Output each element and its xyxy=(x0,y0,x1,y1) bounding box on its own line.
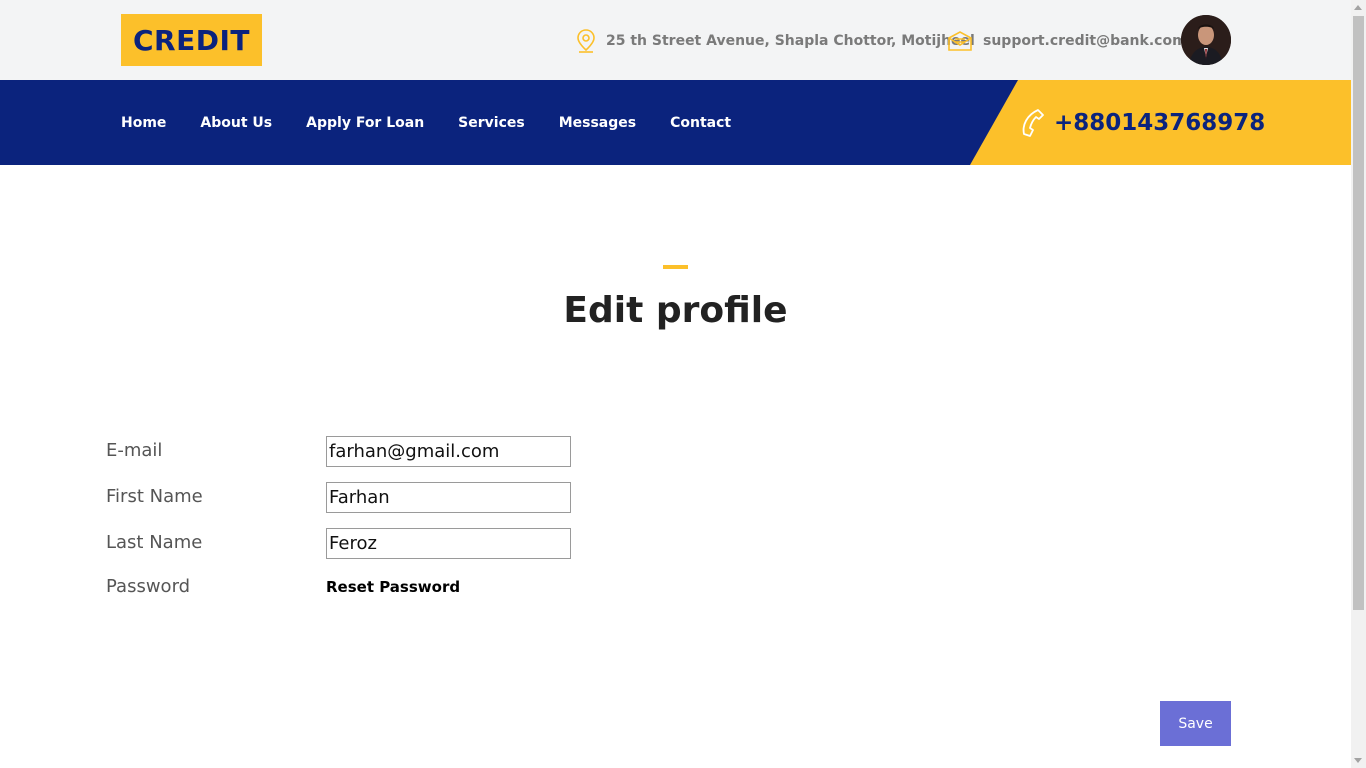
first-name-field[interactable] xyxy=(326,482,571,513)
scroll-down-arrow-icon[interactable] xyxy=(1354,758,1362,763)
envelope-icon xyxy=(948,31,972,51)
email-info: support.credit@bank.com xyxy=(947,28,1187,54)
email-text: support.credit@bank.com xyxy=(983,33,1187,49)
phone-icon xyxy=(1022,108,1044,137)
top-bar: CREDIT 25 th Street Avenue, Shapla Chott… xyxy=(0,0,1351,80)
first-name-label: First Name xyxy=(106,486,203,507)
vertical-scrollbar[interactable] xyxy=(1351,0,1366,768)
avatar[interactable] xyxy=(1181,15,1231,65)
title-accent-bar xyxy=(663,265,688,269)
nav-item-apply-for-loan[interactable]: Apply For Loan xyxy=(306,115,424,131)
scrollbar-thumb[interactable] xyxy=(1353,16,1364,610)
nav-item-contact[interactable]: Contact xyxy=(670,115,731,131)
password-label: Password xyxy=(106,576,191,597)
nav-item-home[interactable]: Home xyxy=(121,115,166,131)
reset-password-link[interactable]: Reset Password xyxy=(326,578,460,596)
nav-item-services[interactable]: Services xyxy=(458,115,525,131)
map-pin-icon xyxy=(577,29,595,53)
main-nav: Home About Us Apply For Loan Services Me… xyxy=(0,80,1351,165)
page: CREDIT 25 th Street Avenue, Shapla Chott… xyxy=(0,0,1366,768)
nav-item-messages[interactable]: Messages xyxy=(559,115,636,131)
avatar-image xyxy=(1181,15,1231,65)
nav-item-about-us[interactable]: About Us xyxy=(200,115,272,131)
logo[interactable]: CREDIT xyxy=(121,14,262,66)
scroll-up-arrow-icon[interactable] xyxy=(1354,5,1362,10)
nav-menu: Home About Us Apply For Loan Services Me… xyxy=(121,80,765,165)
address-info: 25 th Street Avenue, Shapla Chottor, Mot… xyxy=(576,28,975,54)
last-name-label: Last Name xyxy=(106,532,203,553)
page-title: Edit profile xyxy=(563,290,788,331)
email-label: E-mail xyxy=(106,440,163,461)
phone-number: +880143768978 xyxy=(1054,109,1266,136)
save-button[interactable]: Save xyxy=(1160,701,1231,746)
phone-info[interactable]: +880143768978 xyxy=(1018,80,1265,165)
last-name-field[interactable] xyxy=(326,528,571,559)
email-field[interactable] xyxy=(326,436,571,467)
logo-text: CREDIT xyxy=(133,23,250,57)
address-text: 25 th Street Avenue, Shapla Chottor, Mot… xyxy=(606,33,975,49)
